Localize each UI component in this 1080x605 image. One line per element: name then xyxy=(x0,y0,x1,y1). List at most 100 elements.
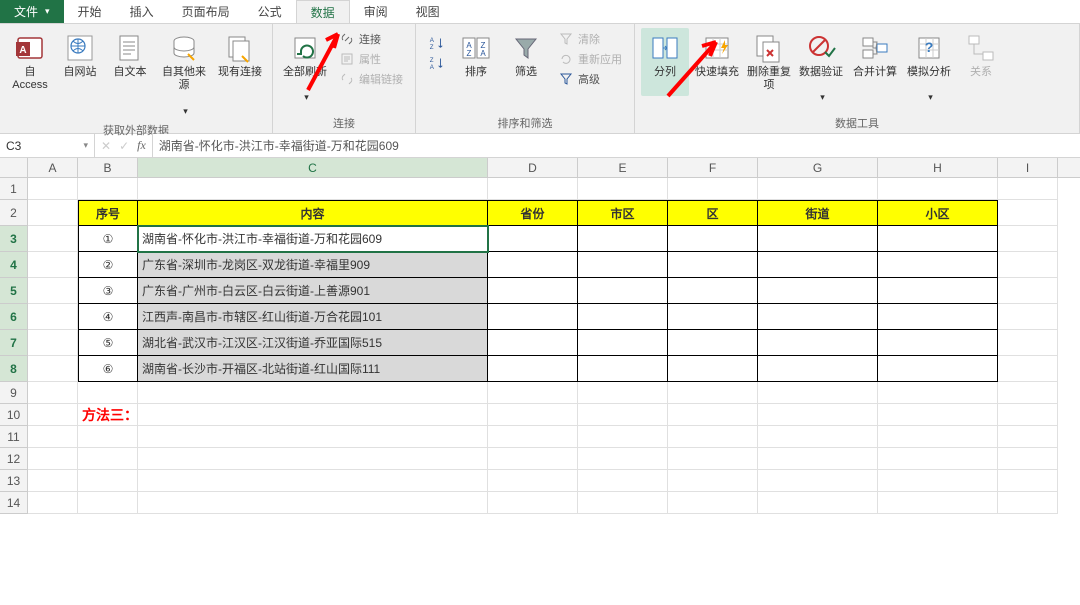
row-header[interactable]: 14 xyxy=(0,492,28,514)
cell-D13[interactable] xyxy=(488,470,578,492)
cell-D9[interactable] xyxy=(488,382,578,404)
from-web-button[interactable]: 自网站 xyxy=(56,28,104,96)
cell-C6[interactable]: 江西声-南昌市-市辖区-红山街道-万合花园101 xyxy=(138,304,488,330)
whatif-button[interactable]: ? 模拟分析▾ xyxy=(903,28,955,107)
column-header-F[interactable]: F xyxy=(668,158,758,177)
cell-A3[interactable] xyxy=(28,226,78,252)
filter-button[interactable]: 筛选 xyxy=(502,28,550,96)
row-header[interactable]: 1 xyxy=(0,178,28,200)
text-to-columns-button[interactable]: 分列 xyxy=(641,28,689,96)
row-header[interactable]: 3 xyxy=(0,226,28,252)
cell-A11[interactable] xyxy=(28,426,78,448)
cell-E3[interactable] xyxy=(578,226,668,252)
cell-C4[interactable]: 广东省-深圳市-龙岗区-双龙街道-幸福里909 xyxy=(138,252,488,278)
name-box[interactable]: C3 ▾ xyxy=(0,134,95,157)
cell-C5[interactable]: 广东省-广州市-白云区-白云街道-上善源901 xyxy=(138,278,488,304)
consolidate-button[interactable]: 合并计算 xyxy=(849,28,901,96)
cell-F1[interactable] xyxy=(668,178,758,200)
cell-H10[interactable] xyxy=(878,404,998,426)
cell-G5[interactable] xyxy=(758,278,878,304)
row-header[interactable]: 10 xyxy=(0,404,28,426)
cell-F6[interactable] xyxy=(668,304,758,330)
cell-E10[interactable] xyxy=(578,404,668,426)
cell-A13[interactable] xyxy=(28,470,78,492)
column-header-H[interactable]: H xyxy=(878,158,998,177)
cell-I8[interactable] xyxy=(998,356,1058,382)
row-header[interactable]: 7 xyxy=(0,330,28,356)
data-validation-button[interactable]: 数据验证▾ xyxy=(795,28,847,107)
cell-B5[interactable]: ③ xyxy=(78,278,138,304)
cell-F9[interactable] xyxy=(668,382,758,404)
row-header[interactable]: 2 xyxy=(0,200,28,226)
cell-C1[interactable] xyxy=(138,178,488,200)
cell-B2[interactable]: 序号 xyxy=(78,200,138,226)
cell-C14[interactable] xyxy=(138,492,488,514)
tab-插入[interactable]: 插入 xyxy=(116,0,168,23)
tab-页面布局[interactable]: 页面布局 xyxy=(168,0,244,23)
cell-I3[interactable] xyxy=(998,226,1058,252)
existing-conn-button[interactable]: 现有连接 xyxy=(214,28,266,96)
cell-B12[interactable] xyxy=(78,448,138,470)
row-header[interactable]: 6 xyxy=(0,304,28,330)
cell-G12[interactable] xyxy=(758,448,878,470)
cell-E2[interactable]: 市区 xyxy=(578,200,668,226)
cell-G11[interactable] xyxy=(758,426,878,448)
formula-input[interactable]: 湖南省-怀化市-洪江市-幸福街道-万和花园609 xyxy=(153,134,1080,157)
cell-B14[interactable] xyxy=(78,492,138,514)
cell-D11[interactable] xyxy=(488,426,578,448)
tab-数据[interactable]: 数据 xyxy=(296,0,350,23)
cell-B6[interactable]: ④ xyxy=(78,304,138,330)
cell-G13[interactable] xyxy=(758,470,878,492)
cell-C13[interactable] xyxy=(138,470,488,492)
cell-D6[interactable] xyxy=(488,304,578,330)
sort-button[interactable]: AZZA 排序 xyxy=(452,28,500,96)
row-header[interactable]: 5 xyxy=(0,278,28,304)
column-header-B[interactable]: B xyxy=(78,158,138,177)
cell-G14[interactable] xyxy=(758,492,878,514)
tab-公式[interactable]: 公式 xyxy=(244,0,296,23)
cell-F8[interactable] xyxy=(668,356,758,382)
from-access-button[interactable]: A 自 Access xyxy=(6,28,54,96)
cell-C7[interactable]: 湖北省-武汉市-江汉区-江汉街道-乔亚国际515 xyxy=(138,330,488,356)
cell-E8[interactable] xyxy=(578,356,668,382)
cell-E6[interactable] xyxy=(578,304,668,330)
cell-B11[interactable] xyxy=(78,426,138,448)
cell-I4[interactable] xyxy=(998,252,1058,278)
cell-G4[interactable] xyxy=(758,252,878,278)
cell-H8[interactable] xyxy=(878,356,998,382)
cell-E4[interactable] xyxy=(578,252,668,278)
cell-C11[interactable] xyxy=(138,426,488,448)
row-header[interactable]: 12 xyxy=(0,448,28,470)
sort-desc-button[interactable]: ZA xyxy=(426,54,446,72)
cell-F10[interactable] xyxy=(668,404,758,426)
cell-A7[interactable] xyxy=(28,330,78,356)
cell-E14[interactable] xyxy=(578,492,668,514)
cell-E11[interactable] xyxy=(578,426,668,448)
cell-D8[interactable] xyxy=(488,356,578,382)
tab-file[interactable]: 文件 ▾ xyxy=(0,0,64,23)
cell-B13[interactable] xyxy=(78,470,138,492)
cell-H9[interactable] xyxy=(878,382,998,404)
cell-I10[interactable] xyxy=(998,404,1058,426)
cell-C9[interactable] xyxy=(138,382,488,404)
cell-C2[interactable]: 内容 xyxy=(138,200,488,226)
cell-F13[interactable] xyxy=(668,470,758,492)
cell-A2[interactable] xyxy=(28,200,78,226)
sort-asc-button[interactable]: AZ xyxy=(426,34,446,52)
column-header-E[interactable]: E xyxy=(578,158,668,177)
from-text-button[interactable]: 自文本 xyxy=(106,28,154,96)
cell-I13[interactable] xyxy=(998,470,1058,492)
cell-E7[interactable] xyxy=(578,330,668,356)
cell-D1[interactable] xyxy=(488,178,578,200)
remove-dup-button[interactable]: 删除重复项 xyxy=(745,28,793,96)
cell-D14[interactable] xyxy=(488,492,578,514)
cell-I9[interactable] xyxy=(998,382,1058,404)
cell-F4[interactable] xyxy=(668,252,758,278)
cell-D3[interactable] xyxy=(488,226,578,252)
tab-审阅[interactable]: 审阅 xyxy=(350,0,402,23)
cell-I6[interactable] xyxy=(998,304,1058,330)
row-header[interactable]: 8 xyxy=(0,356,28,382)
cell-D12[interactable] xyxy=(488,448,578,470)
connections-item[interactable]: 连接 xyxy=(337,30,405,48)
cell-G2[interactable]: 街道 xyxy=(758,200,878,226)
